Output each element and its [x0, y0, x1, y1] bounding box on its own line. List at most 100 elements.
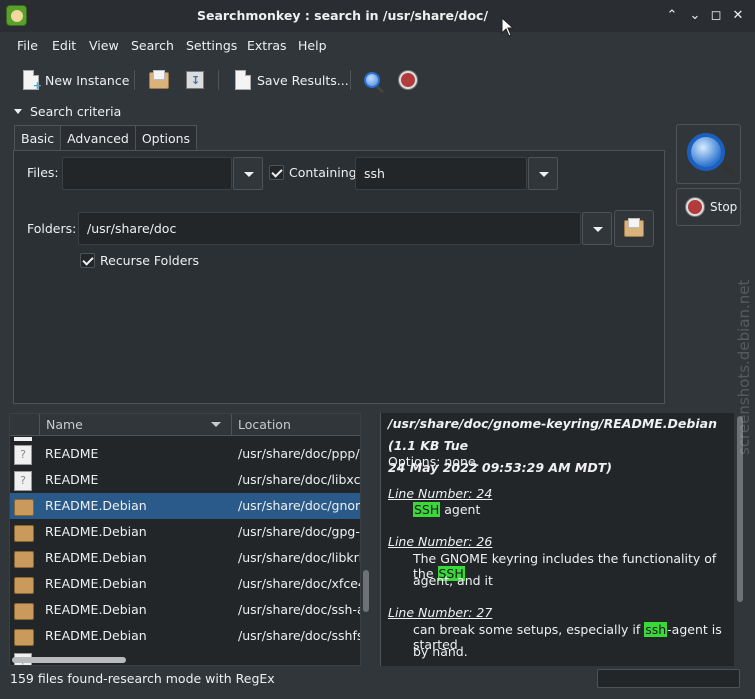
menu-search[interactable]: Search — [131, 38, 174, 53]
keep-above-icon[interactable]: ⌃ — [662, 6, 682, 26]
line-number-label: Line Number: 27 — [388, 605, 493, 620]
containing-checkbox[interactable] — [269, 165, 284, 180]
watermark: screenshots.debian.net — [735, 279, 753, 455]
file-location: /usr/share/doc/sshfs — [238, 628, 361, 643]
location-header-label: Location — [238, 417, 291, 432]
browse-folder-button[interactable] — [614, 210, 654, 247]
toolbar-separator — [218, 70, 219, 90]
file-name: README.Debian — [45, 550, 147, 565]
match-continuation: agent, and it — [413, 573, 493, 588]
match-detail-pane[interactable]: /usr/share/doc/gnome-keyring/README.Debi… — [380, 413, 734, 666]
save-button[interactable]: ↧ — [186, 66, 204, 94]
new-instance-label: New Instance — [45, 72, 130, 88]
file-name: README.Debian — [45, 498, 147, 513]
file-name: README.Debian — [45, 524, 147, 539]
table-row-selected[interactable]: README.Debian /usr/share/doc/gnome — [10, 493, 360, 519]
file-name: README — [45, 472, 99, 487]
file-location: /usr/share/doc/ppp/ex — [238, 446, 361, 461]
files-dropdown-button[interactable] — [233, 157, 263, 190]
results-horizontal-scrollbar[interactable] — [12, 657, 126, 663]
menu-settings[interactable]: Settings — [186, 38, 237, 53]
file-name: README — [45, 446, 99, 461]
menu-extras[interactable]: Extras — [247, 38, 287, 53]
table-row[interactable]: ? README /usr/share/doc/libxcb- — [10, 467, 360, 493]
folders-dropdown-button[interactable] — [582, 212, 612, 245]
package-icon — [14, 525, 34, 542]
package-icon — [14, 551, 34, 568]
match-pre: can break some setups, especially if — [413, 622, 645, 637]
maximize-icon[interactable]: ◻ — [706, 6, 726, 26]
stop-label: Stop — [710, 200, 738, 214]
match-text: SSH agent — [413, 502, 480, 517]
containing-label: Containing: — [289, 165, 361, 180]
recurse-folders-label: Recurse Folders — [100, 253, 200, 268]
results-vertical-scrollbar[interactable] — [363, 570, 369, 612]
file-name: README.Debian — [45, 628, 147, 643]
recurse-folders-checkbox[interactable] — [80, 253, 95, 268]
open-folder-icon — [149, 69, 169, 89]
sort-descending-icon — [211, 422, 221, 427]
line-number-label: Line Number: 24 — [388, 486, 493, 501]
menu-bar: File Edit View Search Settings Extras He… — [0, 32, 755, 59]
file-location: /usr/share/doc/libkrb5 — [238, 550, 360, 565]
status-text: 159 files found-research mode with RegEx — [10, 671, 275, 686]
search-button[interactable] — [364, 66, 384, 94]
folders-label: Folders: — [27, 221, 77, 236]
files-input[interactable] — [62, 157, 232, 190]
table-row[interactable]: README.Debian /usr/share/doc/xfce4 — [10, 571, 360, 597]
folders-input[interactable]: /usr/share/doc — [78, 212, 581, 245]
save-results-button[interactable]: Save Results... — [235, 66, 349, 94]
location-column-header[interactable]: Location — [232, 414, 360, 436]
detail-file-header: /usr/share/doc/gnome-keyring/README.Debi… — [388, 413, 734, 479]
match-highlight: ssh — [644, 622, 668, 637]
menu-file[interactable]: File — [17, 38, 38, 53]
toolbar-separator — [134, 70, 135, 90]
menu-view[interactable]: View — [89, 38, 119, 53]
match-continuation: by hand. — [413, 644, 468, 659]
table-row[interactable]: README.Debian /usr/share/doc/ssh-as — [10, 597, 361, 623]
save-results-label: Save Results... — [257, 72, 349, 88]
package-icon — [14, 499, 34, 516]
table-row[interactable]: README.Debian /usr/share/doc/gpg-ag — [10, 519, 360, 545]
file-location: /usr/share/doc/gnome — [238, 498, 360, 513]
table-row[interactable]: README.Debian /usr/share/doc/sshfs — [10, 623, 361, 649]
new-instance-button[interactable]: + New Instance — [23, 66, 129, 94]
toolbar-separator — [350, 70, 351, 90]
stop-icon — [686, 198, 704, 216]
tab-options[interactable]: Options — [134, 125, 198, 151]
file-location: /usr/share/doc/gpg-ag — [238, 524, 360, 539]
expand-triangle-icon — [14, 109, 22, 114]
containing-dropdown-button[interactable] — [528, 157, 558, 190]
progress-bar — [597, 669, 740, 688]
file-location: /usr/share/doc/ssh-as — [238, 602, 361, 617]
line-number-label: Line Number: 26 — [388, 534, 493, 549]
containing-input[interactable]: ssh — [355, 157, 527, 190]
browse-folder-icon — [624, 218, 644, 237]
name-header-label: Name — [46, 417, 83, 432]
results-table[interactable]: Name Location ? README /usr/share/doc/pp… — [9, 413, 361, 666]
menu-edit[interactable]: Edit — [52, 38, 76, 53]
name-column-header[interactable]: Name — [40, 414, 232, 436]
open-button[interactable] — [149, 66, 169, 94]
criteria-tabs: Basic Advanced Options — [14, 125, 198, 151]
search-criteria-toggle[interactable]: Search criteria — [14, 104, 121, 119]
tab-advanced[interactable]: Advanced — [60, 125, 136, 151]
table-row[interactable]: README.Debian /usr/share/doc/libkrb5 — [10, 545, 360, 571]
match-post: agent — [440, 502, 481, 517]
tab-basic[interactable]: Basic — [14, 125, 62, 151]
search-icon — [364, 72, 384, 94]
match-highlight: SSH — [413, 502, 441, 517]
menu-help[interactable]: Help — [298, 38, 327, 53]
start-search-button[interactable] — [676, 124, 741, 184]
unknown-file-icon: ? — [14, 471, 32, 491]
stop-toolbar-button[interactable] — [399, 66, 417, 94]
close-icon[interactable]: ✕ — [728, 6, 748, 26]
minimize-icon[interactable]: ⌄ — [685, 6, 705, 26]
detail-options: Options: none. — [388, 454, 480, 469]
stop-search-button[interactable]: Stop — [676, 188, 741, 226]
table-row[interactable]: ? README /usr/share/doc/ppp/ex — [10, 441, 361, 467]
window-title: Searchmonkey : search in /usr/share/doc/ — [196, 8, 489, 23]
document-icon — [235, 70, 251, 90]
detail-file-line1: /usr/share/doc/gnome-keyring/README.Debi… — [388, 416, 717, 453]
magnifier-handle — [721, 162, 737, 178]
